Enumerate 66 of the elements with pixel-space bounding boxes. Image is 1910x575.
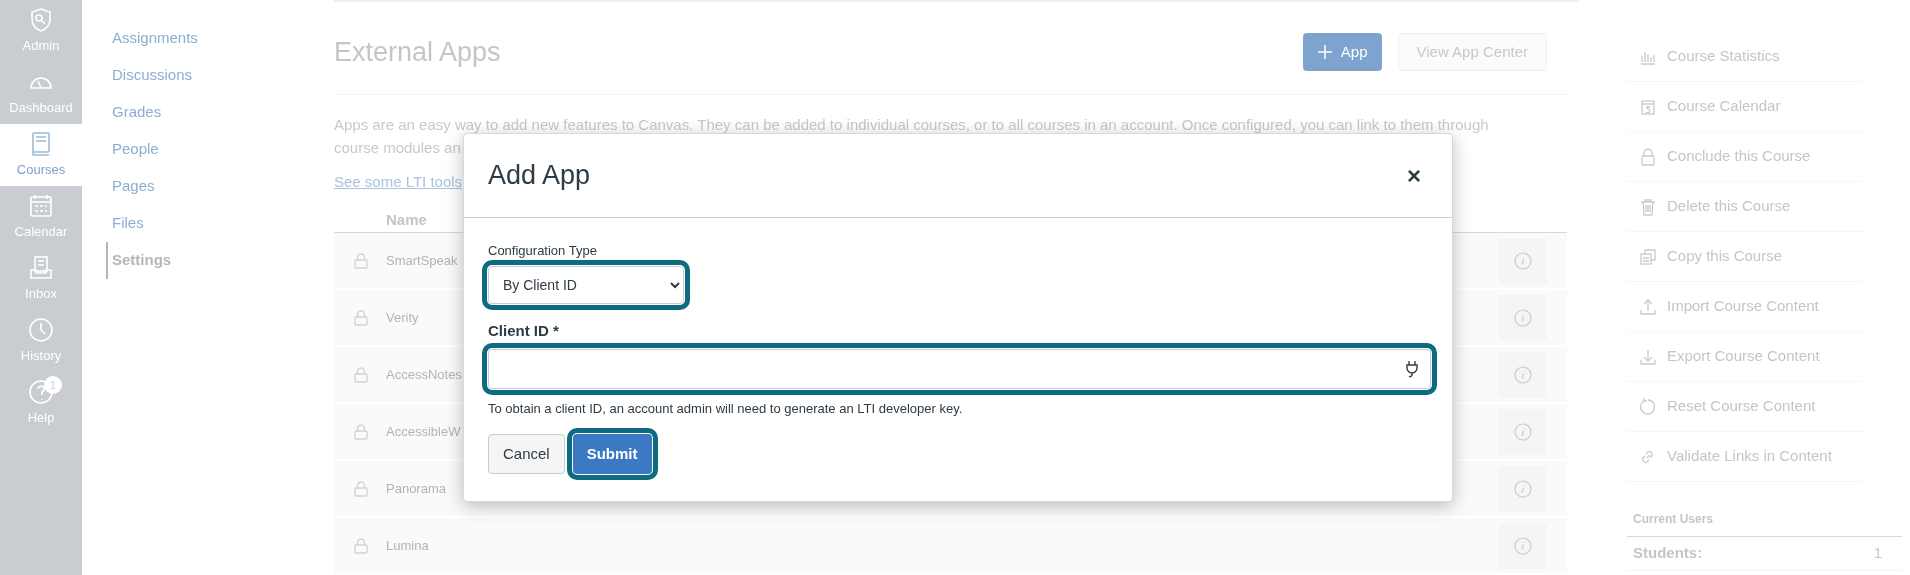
field-label: Configuration Type bbox=[488, 244, 597, 258]
lock-icon bbox=[354, 423, 368, 440]
app-name: AccessibleW bbox=[386, 422, 461, 441]
sidebar-link[interactable]: Conclude this Course bbox=[1627, 132, 1862, 182]
user-count-label: Students: bbox=[1633, 543, 1703, 564]
lock-icon bbox=[354, 309, 368, 326]
course-nav-item[interactable]: Discussions bbox=[106, 57, 322, 94]
trash-icon bbox=[1639, 197, 1657, 216]
clock-icon bbox=[27, 316, 55, 345]
info-button[interactable] bbox=[1499, 408, 1547, 455]
sidebar-link[interactable]: Copy this Course bbox=[1627, 232, 1862, 282]
info-icon bbox=[1514, 422, 1532, 441]
sidebar-link[interactable]: Export Course Content bbox=[1627, 332, 1862, 382]
sidebar-link[interactable]: Validate Links in Content bbox=[1627, 432, 1862, 482]
app-name: SmartSpeak bbox=[386, 251, 458, 270]
course-nav-item[interactable]: Grades bbox=[106, 94, 322, 131]
lock-icon bbox=[354, 366, 368, 383]
lock-icon bbox=[354, 252, 368, 269]
course-nav-item[interactable]: People bbox=[106, 131, 322, 168]
sidebar-link[interactable]: Course Calendar bbox=[1627, 82, 1862, 132]
course-nav-item[interactable]: Assignments bbox=[106, 20, 322, 57]
info-button[interactable] bbox=[1499, 294, 1547, 341]
field-label: Client ID * bbox=[488, 321, 559, 341]
info-icon bbox=[1514, 251, 1532, 270]
user-count: 1 bbox=[1873, 543, 1882, 564]
course-nav-item[interactable]: Pages bbox=[106, 168, 322, 205]
course-nav-item[interactable]: Settings bbox=[106, 242, 322, 279]
app-name: AccessNotes bbox=[386, 365, 462, 384]
copy-icon bbox=[1639, 247, 1657, 266]
sidebar-link[interactable]: Course Statistics bbox=[1627, 32, 1862, 82]
cancel-button[interactable]: Cancel bbox=[488, 434, 565, 474]
download-icon bbox=[1639, 347, 1657, 366]
app-name: Lumina bbox=[386, 536, 429, 555]
reset-icon bbox=[1639, 397, 1657, 416]
global-nav-item[interactable]: Courses bbox=[0, 124, 82, 186]
info-icon bbox=[1514, 536, 1532, 555]
lock-icon bbox=[1639, 147, 1657, 166]
help-text: To obtain a client ID, an account admin will need to generate an LTI developer key. bbox=[488, 399, 963, 418]
app-name: Panorama bbox=[386, 479, 446, 498]
app-name: Verity bbox=[386, 308, 419, 327]
info-button[interactable] bbox=[1499, 465, 1547, 512]
calendar-icon bbox=[1639, 97, 1657, 116]
lti-tools-link[interactable]: See some LTI tools bbox=[334, 171, 463, 194]
plus-icon bbox=[1316, 44, 1333, 61]
course-nav-item[interactable]: Files bbox=[106, 205, 322, 242]
page-title: External Apps bbox=[334, 35, 501, 69]
lock-icon bbox=[354, 480, 368, 497]
info-button[interactable] bbox=[1499, 522, 1547, 569]
upload-icon bbox=[1639, 297, 1657, 316]
description-text: course modules an bbox=[334, 138, 462, 159]
info-button[interactable] bbox=[1499, 237, 1547, 284]
dialog-title: Add App bbox=[488, 159, 591, 193]
sidebar-link[interactable]: Delete this Course bbox=[1627, 182, 1862, 232]
help-icon bbox=[27, 378, 55, 407]
info-icon bbox=[1514, 365, 1532, 384]
close-button[interactable]: × bbox=[1400, 161, 1428, 190]
section-heading: Current Users bbox=[1627, 510, 1902, 537]
add-app-button[interactable]: App bbox=[1302, 33, 1382, 72]
info-icon bbox=[1514, 308, 1532, 327]
info-button[interactable] bbox=[1499, 351, 1547, 398]
plug-icon bbox=[1404, 359, 1420, 378]
column-header: Name bbox=[386, 209, 427, 230]
sidebar-link[interactable]: Reset Course Content bbox=[1627, 382, 1862, 432]
sidebar-link[interactable]: Import Course Content bbox=[1627, 282, 1862, 332]
info-icon bbox=[1514, 479, 1532, 498]
lock-icon bbox=[354, 537, 368, 554]
